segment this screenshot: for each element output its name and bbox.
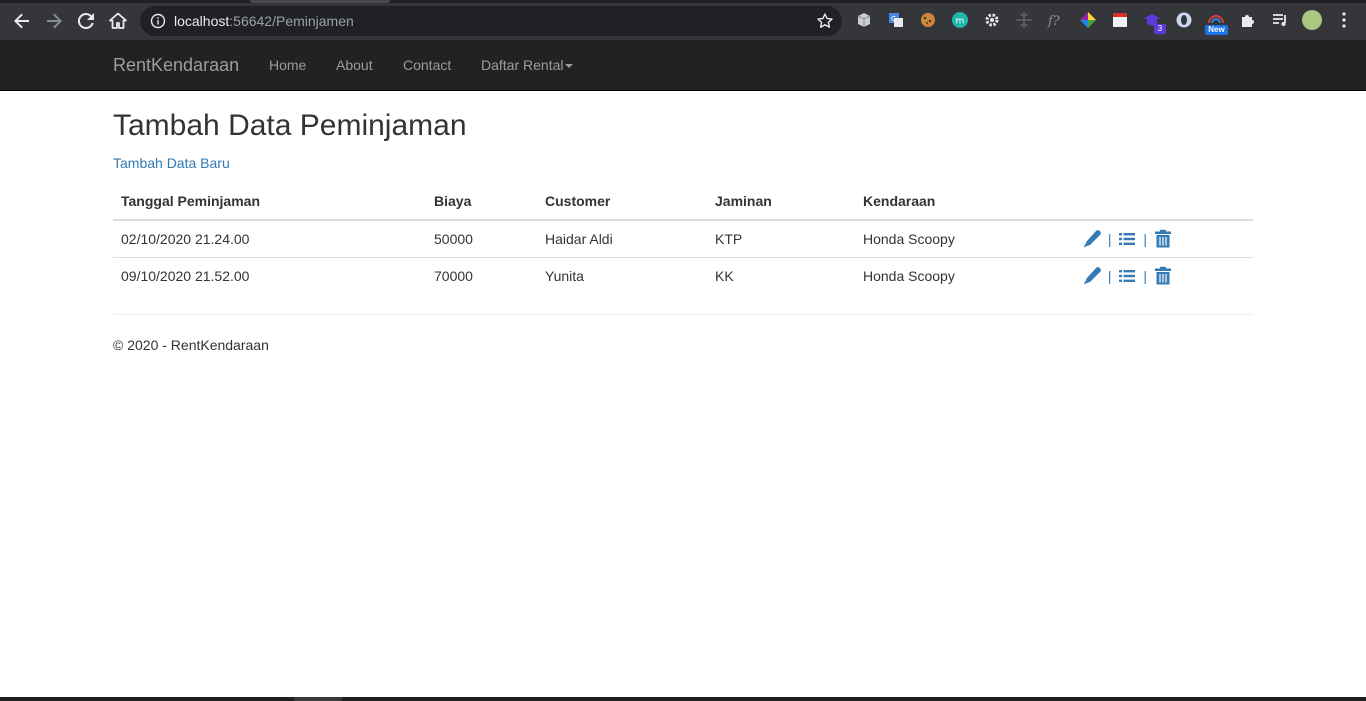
cube-extension-icon[interactable]	[855, 11, 873, 29]
cell-tanggal: 09/10/2020 21.52.00	[121, 267, 250, 284]
url-host: localhost	[174, 13, 230, 29]
table-row: 02/10/2020 21.24.00 50000 Haidar Aldi KT…	[113, 220, 1253, 258]
media-queue-icon[interactable]	[1271, 11, 1289, 29]
footer-divider	[113, 314, 1253, 315]
nav-contact[interactable]: Contact	[403, 57, 451, 74]
cell-jaminan: KK	[715, 267, 734, 284]
browser-toolbar: localhost:56642/Peminjamen G m f? 3 New	[0, 0, 1366, 40]
header-customer: Customer	[537, 182, 707, 221]
row-actions: | |	[1074, 220, 1253, 258]
nav-home[interactable]: Home	[269, 57, 306, 74]
svg-text:G: G	[891, 15, 896, 23]
site-navbar: RentKendaraan Home About Contact Daftar …	[0, 40, 1366, 91]
cell-kendaraan: Honda Scoopy	[863, 267, 955, 284]
notes-extension-icon[interactable]	[1111, 11, 1129, 29]
cell-tanggal: 02/10/2020 21.24.00	[113, 220, 426, 258]
edit-icon[interactable]	[1082, 229, 1102, 249]
more-menu-icon[interactable]	[1337, 11, 1351, 29]
page-title: Tambah Data Peminjaman	[113, 109, 467, 142]
nav-daftar-rental-dropdown[interactable]: Daftar Rental	[481, 57, 574, 74]
forward-arrow-icon[interactable]	[41, 8, 67, 34]
nav-daftar-rental-label: Daftar Rental	[481, 57, 564, 73]
site-info-icon[interactable]	[150, 13, 166, 29]
bookmark-star-icon[interactable]	[816, 12, 834, 30]
table-header-row: Tanggal Peminjaman Biaya Customer Jamina…	[113, 182, 1253, 221]
cell-biaya: 70000	[434, 267, 473, 284]
action-separator: |	[1143, 230, 1147, 247]
svg-text:f?: f?	[1047, 14, 1061, 29]
function-extension-icon[interactable]: f?	[1047, 11, 1065, 29]
header-kendaraan: Kendaraan	[855, 182, 1074, 221]
profile-avatar[interactable]	[1302, 10, 1322, 30]
cell-jaminan: KTP	[707, 220, 855, 258]
translate-extension-icon[interactable]: G	[887, 11, 905, 29]
header-jaminan: Jaminan	[707, 182, 855, 221]
cell-kendaraan: Honda Scoopy	[855, 220, 1074, 258]
back-arrow-icon[interactable]	[9, 8, 35, 34]
reload-icon[interactable]	[73, 8, 99, 34]
svg-text:m: m	[956, 17, 965, 27]
navbar-brand[interactable]: RentKendaraan	[113, 55, 239, 75]
color-picker-extension-icon[interactable]	[1079, 11, 1097, 29]
table-row: 09/10/2020 21.52.00 70000 Yunita KK Hond…	[113, 257, 1253, 294]
footer-copyright: © 2020 - RentKendaraan	[113, 337, 269, 353]
header-actions	[1074, 182, 1253, 221]
extension-badge-count: 3	[1154, 24, 1166, 34]
details-icon[interactable]	[1117, 266, 1137, 286]
gear-extension-icon[interactable]	[983, 11, 1001, 29]
cell-biaya: 50000	[426, 220, 537, 258]
header-tanggal: Tanggal Peminjaman	[113, 182, 426, 221]
url-path: :56642/Peminjamen	[229, 13, 354, 29]
address-url[interactable]: localhost:56642/Peminjamen	[174, 13, 354, 29]
nav-about[interactable]: About	[336, 57, 373, 74]
taskbar-edge	[0, 697, 1366, 701]
action-separator: |	[1143, 267, 1147, 284]
create-new-link[interactable]: Tambah Data Baru	[113, 155, 230, 172]
caret-down-icon	[565, 64, 574, 69]
move-extension-icon[interactable]	[1015, 11, 1033, 29]
taskbar-item[interactable]	[294, 697, 342, 701]
circle-extension-icon[interactable]	[1175, 11, 1193, 29]
home-icon[interactable]	[105, 8, 131, 34]
delete-icon[interactable]	[1153, 229, 1173, 249]
delete-icon[interactable]	[1153, 266, 1173, 286]
peminjaman-table: Tanggal Peminjaman Biaya Customer Jamina…	[113, 182, 1253, 294]
puzzle-extensions-icon[interactable]	[1239, 11, 1257, 29]
details-icon[interactable]	[1117, 229, 1137, 249]
action-separator: |	[1107, 230, 1112, 247]
row-actions: | |	[1074, 257, 1253, 294]
tab-strip	[0, 0, 1366, 3]
edit-icon[interactable]	[1082, 266, 1102, 286]
m-extension-icon[interactable]: m	[951, 11, 969, 29]
address-bar[interactable]: localhost:56642/Peminjamen	[140, 6, 842, 36]
cell-customer: Haidar Aldi	[537, 220, 707, 258]
header-biaya: Biaya	[426, 182, 537, 221]
cell-customer: Yunita	[545, 267, 584, 284]
action-separator: |	[1107, 267, 1112, 284]
extension-badge-new: New	[1205, 25, 1228, 35]
cookie-extension-icon[interactable]	[919, 11, 937, 29]
active-tab-edge[interactable]	[250, 0, 390, 3]
